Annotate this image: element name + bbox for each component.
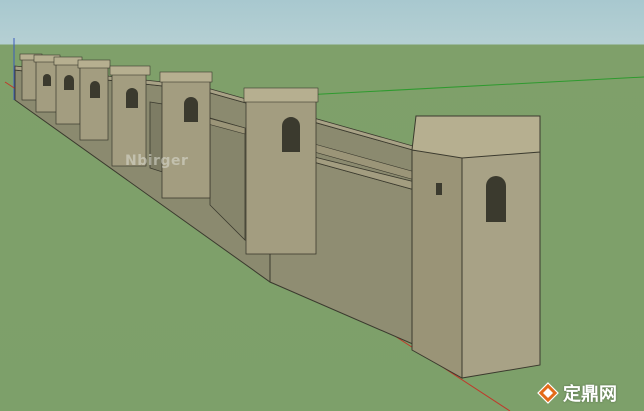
logo-text: 定鼎网 xyxy=(563,384,617,405)
sketchup-viewport[interactable]: Nbirger 定鼎网 xyxy=(0,0,644,411)
tower-5 xyxy=(109,65,151,167)
tower-7 xyxy=(243,87,319,255)
castle-wall-model xyxy=(4,38,644,411)
tower-8 xyxy=(411,115,541,379)
diamond-logo-icon xyxy=(537,382,559,404)
watermark-text: Nbirger xyxy=(125,153,189,169)
tower-6 xyxy=(159,71,213,199)
tower-4 xyxy=(77,59,111,141)
site-logo: 定鼎网 xyxy=(537,378,644,408)
